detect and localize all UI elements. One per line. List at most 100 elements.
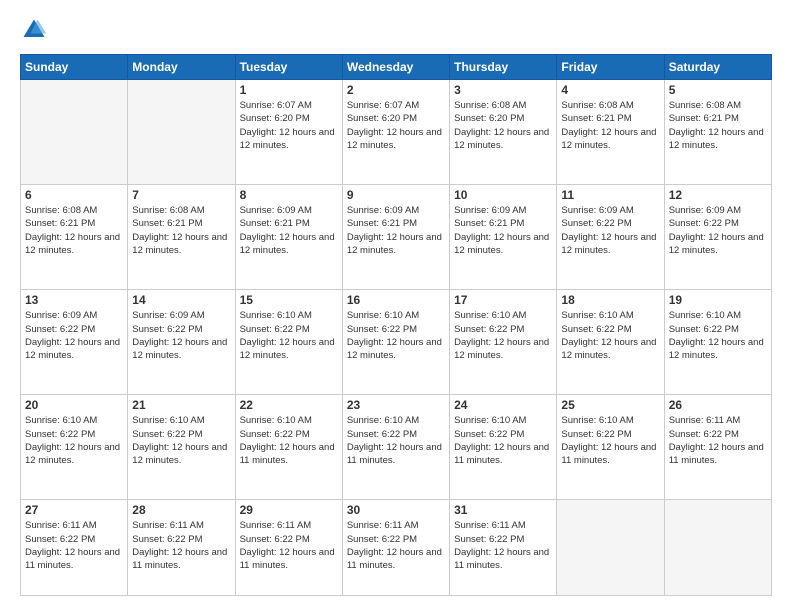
day-cell: 14 Sunrise: 6:09 AM Sunset: 6:22 PM Dayli…: [128, 290, 235, 395]
day-cell: [664, 500, 771, 596]
day-cell: 27 Sunrise: 6:11 AM Sunset: 6:22 PM Dayli…: [21, 500, 128, 596]
day-cell: 22 Sunrise: 6:10 AM Sunset: 6:22 PM Dayli…: [235, 395, 342, 500]
day-number: 24: [454, 398, 552, 412]
day-number: 3: [454, 83, 552, 97]
page: SundayMondayTuesdayWednesdayThursdayFrid…: [0, 0, 792, 612]
day-number: 13: [25, 293, 123, 307]
day-detail: Sunrise: 6:10 AM Sunset: 6:22 PM Dayligh…: [25, 414, 123, 467]
day-number: 11: [561, 188, 659, 202]
day-cell: 16 Sunrise: 6:10 AM Sunset: 6:22 PM Dayli…: [342, 290, 449, 395]
day-detail: Sunrise: 6:10 AM Sunset: 6:22 PM Dayligh…: [240, 414, 338, 467]
day-cell: 30Sunrise: 6:11 AM Sunset: 6:22 PM Dayli…: [342, 500, 449, 596]
day-number: 30: [347, 503, 445, 517]
week-row-2: 6 Sunrise: 6:08 AM Sunset: 6:21 PM Daylig…: [21, 185, 772, 290]
day-cell: 4 Sunrise: 6:08 AM Sunset: 6:21 PM Daylig…: [557, 80, 664, 185]
day-number: 16: [347, 293, 445, 307]
day-detail: Sunrise: 6:09 AM Sunset: 6:21 PM Dayligh…: [240, 204, 338, 257]
day-cell: 23 Sunrise: 6:10 AM Sunset: 6:22 PM Dayli…: [342, 395, 449, 500]
day-number: 9: [347, 188, 445, 202]
week-row-1: 1 Sunrise: 6:07 AM Sunset: 6:20 PM Daylig…: [21, 80, 772, 185]
day-cell: 17Sunrise: 6:10 AM Sunset: 6:22 PM Dayli…: [450, 290, 557, 395]
weekday-header-saturday: Saturday: [664, 55, 771, 80]
weekday-header-wednesday: Wednesday: [342, 55, 449, 80]
day-cell: 24 Sunrise: 6:10 AM Sunset: 6:22 PM Dayli…: [450, 395, 557, 500]
day-cell: 19Sunrise: 6:10 AM Sunset: 6:22 PM Dayli…: [664, 290, 771, 395]
day-cell: 3Sunrise: 6:08 AM Sunset: 6:20 PM Daylig…: [450, 80, 557, 185]
day-number: 29: [240, 503, 338, 517]
day-detail: Sunrise: 6:08 AM Sunset: 6:21 PM Dayligh…: [25, 204, 123, 257]
day-detail: Sunrise: 6:11 AM Sunset: 6:22 PM Dayligh…: [25, 519, 123, 572]
day-cell: [21, 80, 128, 185]
day-cell: 12Sunrise: 6:09 AM Sunset: 6:22 PM Dayli…: [664, 185, 771, 290]
day-detail: Sunrise: 6:08 AM Sunset: 6:21 PM Dayligh…: [132, 204, 230, 257]
day-detail: Sunrise: 6:10 AM Sunset: 6:22 PM Dayligh…: [347, 414, 445, 467]
day-cell: 11 Sunrise: 6:09 AM Sunset: 6:22 PM Dayli…: [557, 185, 664, 290]
day-number: 18: [561, 293, 659, 307]
day-number: 14: [132, 293, 230, 307]
day-detail: Sunrise: 6:10 AM Sunset: 6:22 PM Dayligh…: [347, 309, 445, 362]
day-cell: 8 Sunrise: 6:09 AM Sunset: 6:21 PM Daylig…: [235, 185, 342, 290]
day-cell: 2 Sunrise: 6:07 AM Sunset: 6:20 PM Daylig…: [342, 80, 449, 185]
calendar: SundayMondayTuesdayWednesdayThursdayFrid…: [20, 54, 772, 596]
day-number: 15: [240, 293, 338, 307]
day-detail: Sunrise: 6:08 AM Sunset: 6:21 PM Dayligh…: [669, 99, 767, 152]
header: [20, 16, 772, 44]
day-detail: Sunrise: 6:09 AM Sunset: 6:22 PM Dayligh…: [132, 309, 230, 362]
day-detail: Sunrise: 6:09 AM Sunset: 6:21 PM Dayligh…: [454, 204, 552, 257]
day-number: 31: [454, 503, 552, 517]
day-cell: 29 Sunrise: 6:11 AM Sunset: 6:22 PM Dayli…: [235, 500, 342, 596]
day-number: 22: [240, 398, 338, 412]
day-cell: 15 Sunrise: 6:10 AM Sunset: 6:22 PM Dayli…: [235, 290, 342, 395]
day-detail: Sunrise: 6:10 AM Sunset: 6:22 PM Dayligh…: [132, 414, 230, 467]
day-number: 23: [347, 398, 445, 412]
day-number: 7: [132, 188, 230, 202]
day-number: 27: [25, 503, 123, 517]
day-detail: Sunrise: 6:07 AM Sunset: 6:20 PM Dayligh…: [240, 99, 338, 152]
day-cell: [128, 80, 235, 185]
day-detail: Sunrise: 6:09 AM Sunset: 6:21 PM Dayligh…: [347, 204, 445, 257]
day-number: 6: [25, 188, 123, 202]
day-cell: 20 Sunrise: 6:10 AM Sunset: 6:22 PM Dayli…: [21, 395, 128, 500]
day-detail: Sunrise: 6:09 AM Sunset: 6:22 PM Dayligh…: [669, 204, 767, 257]
day-cell: 25Sunrise: 6:10 AM Sunset: 6:22 PM Dayli…: [557, 395, 664, 500]
day-cell: 18 Sunrise: 6:10 AM Sunset: 6:22 PM Dayli…: [557, 290, 664, 395]
day-number: 10: [454, 188, 552, 202]
weekday-header-row: SundayMondayTuesdayWednesdayThursdayFrid…: [21, 55, 772, 80]
day-detail: Sunrise: 6:10 AM Sunset: 6:22 PM Dayligh…: [561, 309, 659, 362]
day-detail: Sunrise: 6:08 AM Sunset: 6:21 PM Dayligh…: [561, 99, 659, 152]
day-number: 21: [132, 398, 230, 412]
logo-icon: [20, 16, 48, 44]
day-detail: Sunrise: 6:11 AM Sunset: 6:22 PM Dayligh…: [240, 519, 338, 572]
day-number: 26: [669, 398, 767, 412]
day-detail: Sunrise: 6:11 AM Sunset: 6:22 PM Dayligh…: [132, 519, 230, 572]
day-cell: 10 Sunrise: 6:09 AM Sunset: 6:21 PM Dayli…: [450, 185, 557, 290]
day-number: 8: [240, 188, 338, 202]
day-detail: Sunrise: 6:10 AM Sunset: 6:22 PM Dayligh…: [454, 414, 552, 467]
week-row-4: 20 Sunrise: 6:10 AM Sunset: 6:22 PM Dayli…: [21, 395, 772, 500]
day-detail: Sunrise: 6:07 AM Sunset: 6:20 PM Dayligh…: [347, 99, 445, 152]
day-number: 20: [25, 398, 123, 412]
week-row-3: 13 Sunrise: 6:09 AM Sunset: 6:22 PM Dayli…: [21, 290, 772, 395]
day-number: 17: [454, 293, 552, 307]
day-detail: Sunrise: 6:10 AM Sunset: 6:22 PM Dayligh…: [240, 309, 338, 362]
day-detail: Sunrise: 6:10 AM Sunset: 6:22 PM Dayligh…: [561, 414, 659, 467]
day-detail: Sunrise: 6:09 AM Sunset: 6:22 PM Dayligh…: [561, 204, 659, 257]
day-number: 2: [347, 83, 445, 97]
day-cell: [557, 500, 664, 596]
weekday-header-thursday: Thursday: [450, 55, 557, 80]
day-cell: 9 Sunrise: 6:09 AM Sunset: 6:21 PM Daylig…: [342, 185, 449, 290]
day-detail: Sunrise: 6:11 AM Sunset: 6:22 PM Dayligh…: [669, 414, 767, 467]
weekday-header-friday: Friday: [557, 55, 664, 80]
day-cell: 1 Sunrise: 6:07 AM Sunset: 6:20 PM Daylig…: [235, 80, 342, 185]
day-cell: 6 Sunrise: 6:08 AM Sunset: 6:21 PM Daylig…: [21, 185, 128, 290]
day-number: 1: [240, 83, 338, 97]
week-row-5: 27 Sunrise: 6:11 AM Sunset: 6:22 PM Dayli…: [21, 500, 772, 596]
day-cell: 31Sunrise: 6:11 AM Sunset: 6:22 PM Dayli…: [450, 500, 557, 596]
day-cell: 26 Sunrise: 6:11 AM Sunset: 6:22 PM Dayli…: [664, 395, 771, 500]
day-detail: Sunrise: 6:10 AM Sunset: 6:22 PM Dayligh…: [669, 309, 767, 362]
weekday-header-monday: Monday: [128, 55, 235, 80]
day-cell: 13Sunrise: 6:09 AM Sunset: 6:22 PM Dayli…: [21, 290, 128, 395]
day-number: 4: [561, 83, 659, 97]
day-cell: 28Sunrise: 6:11 AM Sunset: 6:22 PM Dayli…: [128, 500, 235, 596]
day-number: 5: [669, 83, 767, 97]
